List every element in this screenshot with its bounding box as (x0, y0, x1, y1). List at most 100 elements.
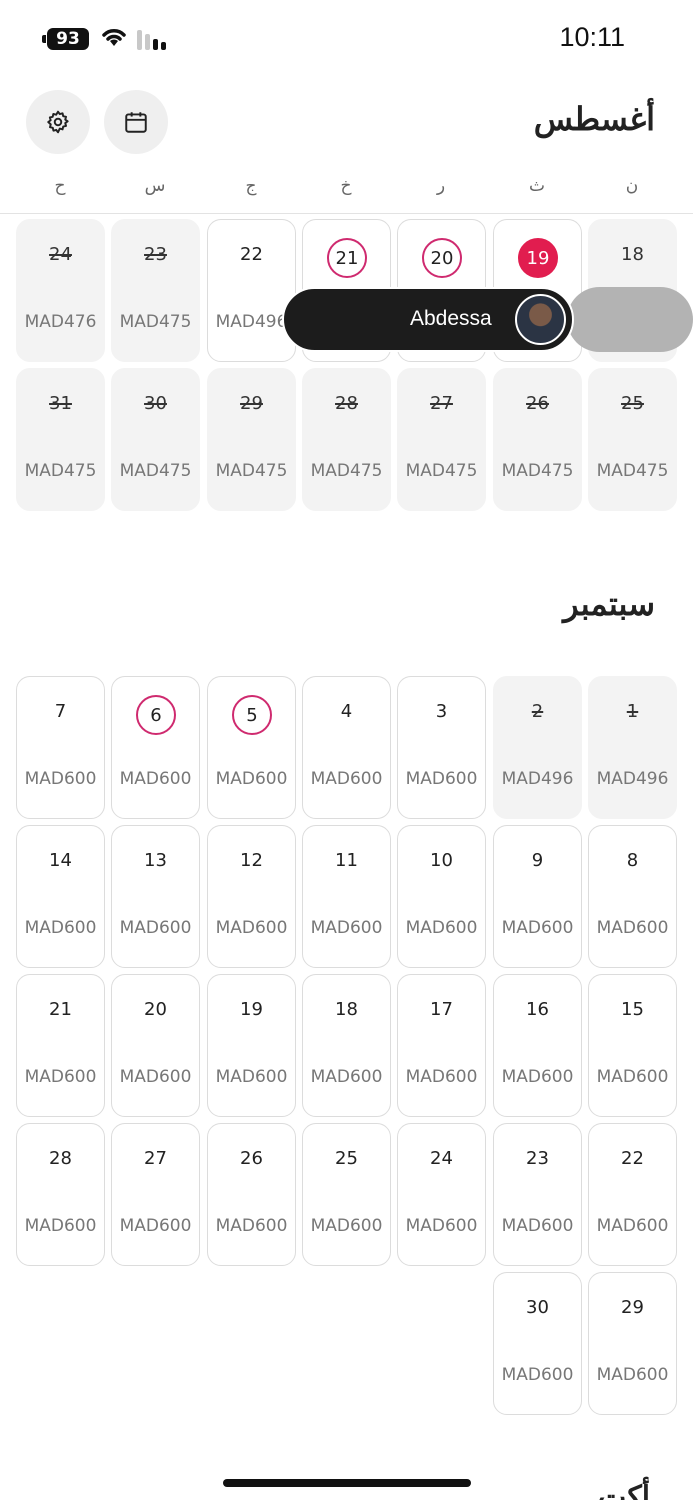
day-cell[interactable]: 20 MAD600 (111, 974, 200, 1117)
day-number-ringed: 5 (232, 695, 272, 735)
day-cell[interactable]: 12 MAD600 (207, 825, 296, 968)
calendar-screen: 93 10:11 أغسطس ح س ج خ ر ث ن 24 MAD476 2… (0, 0, 693, 1500)
day-number-ringed: 6 (136, 695, 176, 735)
day-price: MAD475 (405, 461, 478, 481)
day-cell[interactable]: 30 MAD475 (111, 368, 200, 511)
day-cell[interactable]: 29 MAD600 (588, 1272, 677, 1415)
day-number: 24 (49, 244, 72, 265)
day-cell[interactable]: 13 MAD600 (111, 825, 200, 968)
day-cell[interactable]: 27 MAD475 (397, 368, 486, 511)
day-cell[interactable]: 29 MAD475 (207, 368, 296, 511)
weekday-label: ح (54, 176, 66, 196)
day-number: 22 (621, 1148, 644, 1169)
day-price: MAD600 (215, 769, 288, 789)
day-price: MAD600 (119, 918, 192, 938)
day-cell[interactable]: 10 MAD600 (397, 825, 486, 968)
day-price: MAD475 (310, 461, 383, 481)
day-cell[interactable]: 31 MAD475 (16, 368, 105, 511)
day-cell[interactable]: 3 MAD600 (397, 676, 486, 819)
day-number: 18 (621, 244, 644, 265)
day-cell[interactable]: 22 MAD496 (207, 219, 296, 362)
day-number: 31 (49, 393, 72, 414)
cellular-signal-icon (137, 30, 166, 50)
day-price: MAD475 (215, 461, 288, 481)
day-cell[interactable]: 15 MAD600 (588, 974, 677, 1117)
day-cell[interactable]: 9 MAD600 (493, 825, 582, 968)
day-price: MAD600 (310, 769, 383, 789)
day-cell[interactable]: 25 MAD475 (588, 368, 677, 511)
day-number: 1 (626, 701, 639, 722)
day-cell[interactable]: 23 MAD475 (111, 219, 200, 362)
day-price: MAD600 (24, 1067, 97, 1087)
day-number: 23 (526, 1148, 549, 1169)
day-cell[interactable]: 24 MAD476 (16, 219, 105, 362)
day-cell[interactable]: 1 MAD496 (588, 676, 677, 819)
day-cell[interactable]: 18 MAD600 (302, 974, 391, 1117)
day-cell[interactable]: 14 MAD600 (16, 825, 105, 968)
day-cell[interactable]: 30 MAD600 (493, 1272, 582, 1415)
day-price: MAD600 (596, 918, 669, 938)
day-number: 15 (621, 999, 644, 1020)
day-cell[interactable]: 8 MAD600 (588, 825, 677, 968)
day-cell[interactable]: 19 MAD600 (207, 974, 296, 1117)
day-number: 10 (430, 850, 453, 871)
day-cell[interactable]: 16 MAD600 (493, 974, 582, 1117)
day-price: MAD600 (24, 1216, 97, 1236)
pill-backdrop (567, 287, 693, 352)
status-bar: 93 10:11 (0, 0, 693, 80)
day-price: MAD600 (24, 769, 97, 789)
day-cell[interactable]: 5 MAD600 (207, 676, 296, 819)
settings-button[interactable] (26, 90, 90, 154)
day-price: MAD600 (24, 918, 97, 938)
day-cell[interactable]: 21 MAD600 (16, 974, 105, 1117)
day-number: 27 (430, 393, 453, 414)
day-price: MAD600 (596, 1067, 669, 1087)
day-number: 25 (335, 1148, 358, 1169)
day-cell[interactable]: 11 MAD600 (302, 825, 391, 968)
day-cell[interactable]: 4 MAD600 (302, 676, 391, 819)
wifi-icon (102, 29, 126, 46)
calendar-icon (125, 112, 147, 133)
day-number: 21 (49, 999, 72, 1020)
calendar-button[interactable] (104, 90, 168, 154)
day-cell[interactable]: 22 MAD600 (588, 1123, 677, 1266)
gear-icon (47, 110, 69, 134)
day-cell[interactable]: 25 MAD600 (302, 1123, 391, 1266)
day-number: 18 (335, 999, 358, 1020)
day-cell[interactable]: 7 MAD600 (16, 676, 105, 819)
day-price: MAD475 (119, 461, 192, 481)
day-price: MAD600 (119, 769, 192, 789)
day-number: 11 (335, 850, 358, 871)
day-number: 20 (144, 999, 167, 1020)
day-number: 2 (531, 701, 544, 722)
day-cell[interactable]: 26 MAD475 (493, 368, 582, 511)
day-number: 7 (54, 701, 67, 722)
day-cell[interactable]: 23 MAD600 (493, 1123, 582, 1266)
month-title-october-partial: أكت (598, 1480, 651, 1500)
home-indicator[interactable] (223, 1479, 471, 1487)
day-cell[interactable]: 26 MAD600 (207, 1123, 296, 1266)
day-price: MAD600 (119, 1067, 192, 1087)
day-number: 30 (144, 393, 167, 414)
day-cell[interactable]: 27 MAD600 (111, 1123, 200, 1266)
day-cell[interactable]: 24 MAD600 (397, 1123, 486, 1266)
day-number-selected: 19 (518, 238, 558, 278)
day-number: 23 (144, 244, 167, 265)
weekday-label: ث (528, 176, 545, 196)
weekday-label: ن (625, 176, 639, 196)
day-cell[interactable]: 17 MAD600 (397, 974, 486, 1117)
host-avatar (515, 294, 566, 345)
day-number: 13 (144, 850, 167, 871)
day-number: 29 (240, 393, 263, 414)
day-number: 19 (240, 999, 263, 1020)
day-price: MAD600 (405, 769, 478, 789)
host-pill[interactable]: Abdessa (282, 287, 574, 352)
day-number: 14 (49, 850, 72, 871)
day-cell[interactable]: 2 MAD496 (493, 676, 582, 819)
day-price: MAD600 (501, 1067, 574, 1087)
day-cell[interactable]: 28 MAD475 (302, 368, 391, 511)
day-price: MAD600 (405, 1216, 478, 1236)
day-cell[interactable]: 6 MAD600 (111, 676, 200, 819)
day-cell[interactable]: 28 MAD600 (16, 1123, 105, 1266)
day-price: MAD600 (405, 1067, 478, 1087)
